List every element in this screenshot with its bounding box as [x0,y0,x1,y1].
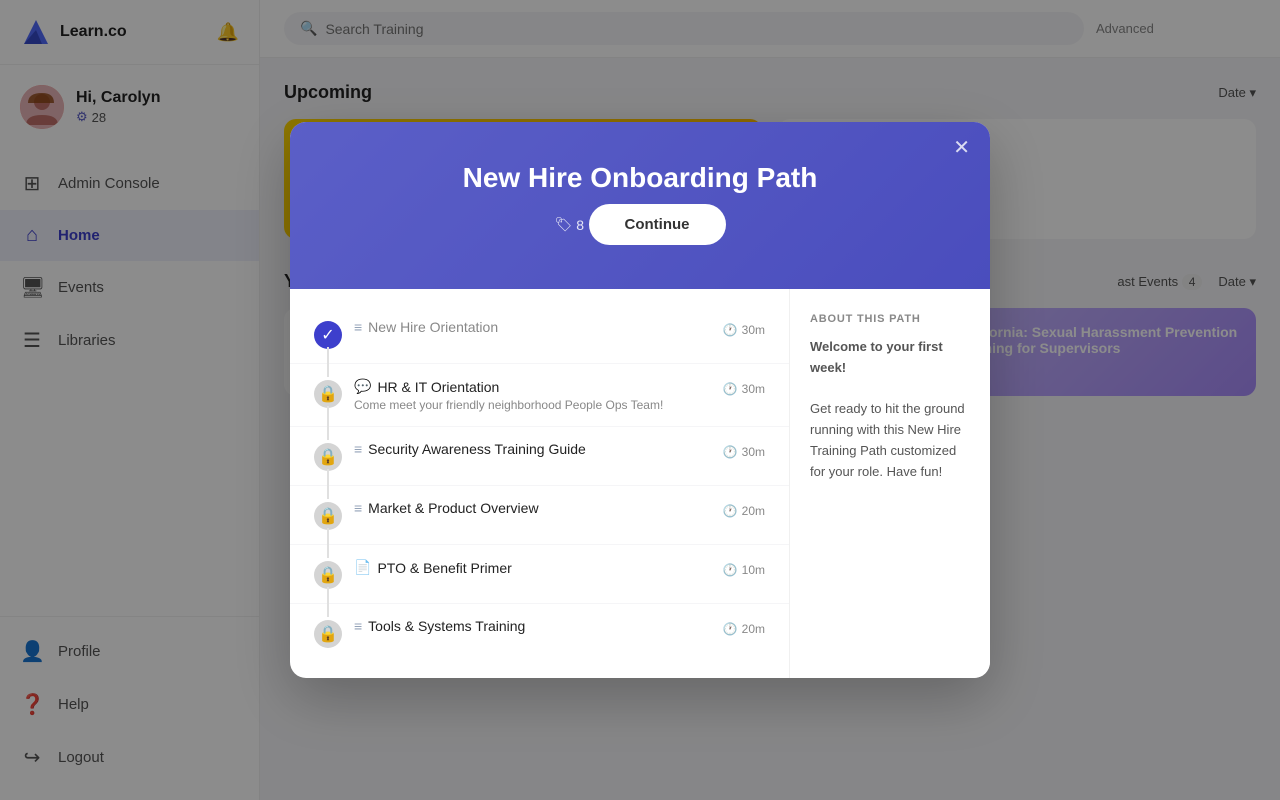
path-status-completed: ✓ [314,321,342,349]
clock-icon-1: 🕐 [723,323,738,337]
path-item-title-5: 📄 PTO & Benefit Primer [354,559,711,576]
about-welcome: Welcome to your first week! [810,339,943,375]
about-panel: ABOUT THIS PATH Welcome to your first we… [790,289,990,678]
path-item-content-2: 💬 HR & IT Orientation Come meet your fri… [354,378,711,412]
path-item-time-3: 🕐 30m [723,445,765,459]
modal: ✕ New Hire Onboarding Path 🏷 8 Continue … [290,122,990,678]
about-description: Get ready to hit the ground running with… [810,401,965,478]
modal-overlay[interactable]: ✕ New Hire Onboarding Path 🏷 8 Continue … [0,0,1280,800]
about-text: Welcome to your first week! Get ready to… [810,337,970,483]
path-item-hr-it[interactable]: 🔒 💬 HR & IT Orientation Come meet your f… [290,364,789,427]
path-type-icon-1: ≡ [354,319,362,335]
path-item-time-5: 🕐 10m [723,563,765,577]
path-item-content-6: ≡ Tools & Systems Training [354,618,711,634]
path-item-content-4: ≡ Market & Product Overview [354,500,711,516]
modal-tag: 🏷 8 [554,216,584,233]
path-item-time-1: 🕐 30m [723,323,765,337]
path-status-locked-3: 🔒 [314,443,342,471]
path-type-icon-5: 📄 [354,559,371,576]
path-item-title-6: ≡ Tools & Systems Training [354,618,711,634]
path-status-locked-4: 🔒 [314,502,342,530]
path-type-icon-3: ≡ [354,441,362,457]
path-item-security[interactable]: 🔒 ≡ Security Awareness Training Guide 🕐 … [290,427,789,486]
modal-header: ✕ New Hire Onboarding Path 🏷 8 Continue [290,122,990,289]
path-status-locked-6: 🔒 [314,620,342,648]
path-item-title-1: ≡ New Hire Orientation [354,319,711,335]
clock-icon-3: 🕐 [723,445,738,459]
tag-icon: 🏷 [554,216,572,233]
path-item-content-3: ≡ Security Awareness Training Guide [354,441,711,457]
path-item-market[interactable]: 🔒 ≡ Market & Product Overview 🕐 20m [290,486,789,545]
clock-icon-5: 🕐 [723,563,738,577]
continue-button[interactable]: Continue [589,204,726,245]
path-item-content-5: 📄 PTO & Benefit Primer [354,559,711,576]
modal-body: ✓ ≡ New Hire Orientation 🕐 30m [290,289,990,678]
path-item-new-hire-orientation[interactable]: ✓ ≡ New Hire Orientation 🕐 30m [290,305,789,364]
path-item-title-3: ≡ Security Awareness Training Guide [354,441,711,457]
path-type-icon-2: 💬 [354,378,371,395]
clock-icon-6: 🕐 [723,622,738,636]
path-item-time-6: 🕐 20m [723,622,765,636]
path-status-locked-2: 🔒 [314,380,342,408]
clock-icon-4: 🕐 [723,504,738,518]
path-list: ✓ ≡ New Hire Orientation 🕐 30m [290,289,790,678]
path-item-title-4: ≡ Market & Product Overview [354,500,711,516]
path-item-tools[interactable]: 🔒 ≡ Tools & Systems Training 🕐 20m [290,604,789,662]
tag-count: 8 [576,217,584,233]
path-type-icon-4: ≡ [354,500,362,516]
path-item-time-2: 🕐 30m [723,382,765,396]
path-status-locked-5: 🔒 [314,561,342,589]
path-type-icon-6: ≡ [354,618,362,634]
path-item-time-4: 🕐 20m [723,504,765,518]
path-item-pto[interactable]: 🔒 📄 PTO & Benefit Primer 🕐 10m [290,545,789,604]
path-item-desc-2: Come meet your friendly neighborhood Peo… [354,398,711,412]
about-title: ABOUT THIS PATH [810,313,970,325]
path-item-content-1: ≡ New Hire Orientation [354,319,711,335]
modal-close-button[interactable]: ✕ [953,138,970,158]
modal-title: New Hire Onboarding Path [330,162,950,194]
clock-icon-2: 🕐 [723,382,738,396]
path-item-title-2: 💬 HR & IT Orientation [354,378,711,395]
